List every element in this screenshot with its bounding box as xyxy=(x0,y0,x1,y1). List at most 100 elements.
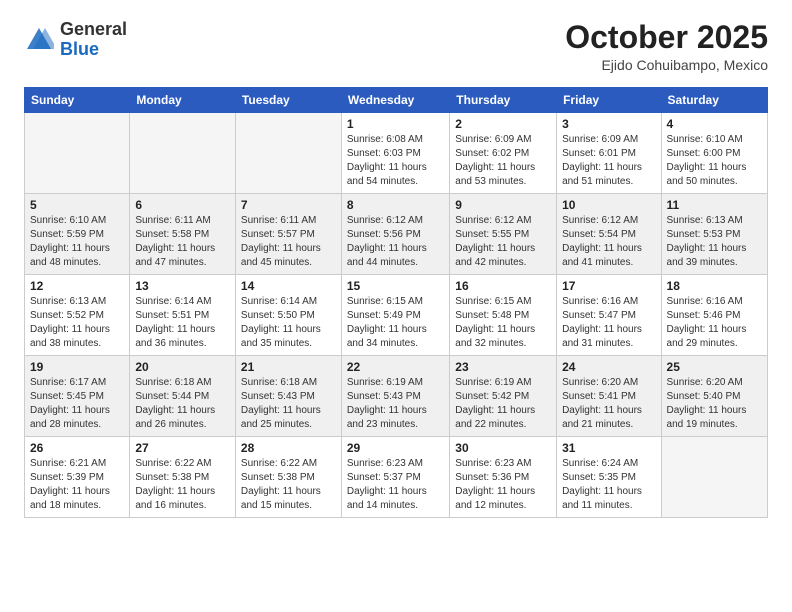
day-number: 7 xyxy=(241,198,336,212)
day-number: 31 xyxy=(562,441,655,455)
day-number: 15 xyxy=(347,279,444,293)
table-row xyxy=(25,113,130,194)
logo-blue: Blue xyxy=(60,39,99,59)
day-number: 25 xyxy=(667,360,762,374)
day-info: Sunrise: 6:20 AM Sunset: 5:41 PM Dayligh… xyxy=(562,376,655,432)
day-number: 23 xyxy=(455,360,551,374)
table-row: 12Sunrise: 6:13 AM Sunset: 5:52 PM Dayli… xyxy=(25,275,130,356)
table-row: 27Sunrise: 6:22 AM Sunset: 5:38 PM Dayli… xyxy=(130,437,236,518)
table-row: 24 Sunrise: 6:20 AM Sunset: 5:41 PM Dayli… xyxy=(557,356,661,437)
calendar: Sunday Monday Tuesday Wednesday Thursday… xyxy=(24,87,768,518)
day-number: 2 xyxy=(455,117,551,131)
header-thursday: Thursday xyxy=(450,88,557,113)
day-info: Sunrise: 6:14 AM Sunset: 5:51 PM Dayligh… xyxy=(135,295,230,351)
table-row: 14Sunrise: 6:14 AM Sunset: 5:50 PM Dayli… xyxy=(235,275,341,356)
day-info: Sunrise: 6:19 AM Sunset: 5:42 PM Dayligh… xyxy=(455,376,551,432)
header-friday: Friday xyxy=(557,88,661,113)
day-info: Sunrise: 6:19 AM Sunset: 5:43 PM Dayligh… xyxy=(347,376,444,432)
day-info: Sunrise: 6:10 AM Sunset: 5:59 PM Dayligh… xyxy=(30,214,124,270)
table-row: 26Sunrise: 6:21 AM Sunset: 5:39 PM Dayli… xyxy=(25,437,130,518)
table-row: 21Sunrise: 6:18 AM Sunset: 5:43 PM Dayli… xyxy=(235,356,341,437)
table-row: 16Sunrise: 6:15 AM Sunset: 5:48 PM Dayli… xyxy=(450,275,557,356)
day-number: 29 xyxy=(347,441,444,455)
day-number: 1 xyxy=(347,117,444,131)
day-info: Sunrise: 6:12 AM Sunset: 5:55 PM Dayligh… xyxy=(455,214,551,270)
table-row: 29 Sunrise: 6:23 AM Sunset: 5:37 PM Dayli… xyxy=(341,437,449,518)
day-number: 24 xyxy=(562,360,655,374)
table-row: 23 Sunrise: 6:19 AM Sunset: 5:42 PM Dayli… xyxy=(450,356,557,437)
day-number: 21 xyxy=(241,360,336,374)
day-number: 26 xyxy=(30,441,124,455)
calendar-week-row: 26Sunrise: 6:21 AM Sunset: 5:39 PM Dayli… xyxy=(25,437,768,518)
table-row xyxy=(130,113,236,194)
day-number: 13 xyxy=(135,279,230,293)
day-info: Sunrise: 6:16 AM Sunset: 5:47 PM Dayligh… xyxy=(562,295,655,351)
table-row: 22 Sunrise: 6:19 AM Sunset: 5:43 PM Dayli… xyxy=(341,356,449,437)
table-row: 6Sunrise: 6:11 AM Sunset: 5:58 PM Daylig… xyxy=(130,194,236,275)
day-number: 18 xyxy=(667,279,762,293)
day-number: 28 xyxy=(241,441,336,455)
table-row: 2Sunrise: 6:09 AM Sunset: 6:02 PM Daylig… xyxy=(450,113,557,194)
day-number: 17 xyxy=(562,279,655,293)
table-row: 30 Sunrise: 6:23 AM Sunset: 5:36 PM Dayli… xyxy=(450,437,557,518)
table-row: 5 Sunrise: 6:10 AM Sunset: 5:59 PM Daylig… xyxy=(25,194,130,275)
day-info: Sunrise: 6:15 AM Sunset: 5:48 PM Dayligh… xyxy=(455,295,551,351)
day-info: Sunrise: 6:23 AM Sunset: 5:36 PM Dayligh… xyxy=(455,457,551,513)
month-title: October 2025 xyxy=(565,20,768,55)
calendar-week-row: 5 Sunrise: 6:10 AM Sunset: 5:59 PM Daylig… xyxy=(25,194,768,275)
day-number: 12 xyxy=(30,279,124,293)
day-info: Sunrise: 6:16 AM Sunset: 5:46 PM Dayligh… xyxy=(667,295,762,351)
day-info: Sunrise: 6:20 AM Sunset: 5:40 PM Dayligh… xyxy=(667,376,762,432)
day-number: 22 xyxy=(347,360,444,374)
day-info: Sunrise: 6:12 AM Sunset: 5:54 PM Dayligh… xyxy=(562,214,655,270)
day-number: 14 xyxy=(241,279,336,293)
header-wednesday: Wednesday xyxy=(341,88,449,113)
day-number: 6 xyxy=(135,198,230,212)
table-row: 9 Sunrise: 6:12 AM Sunset: 5:55 PM Daylig… xyxy=(450,194,557,275)
table-row: 31 Sunrise: 6:24 AM Sunset: 5:35 PM Dayli… xyxy=(557,437,661,518)
day-info: Sunrise: 6:23 AM Sunset: 5:37 PM Dayligh… xyxy=(347,457,444,513)
table-row: 8 Sunrise: 6:12 AM Sunset: 5:56 PM Daylig… xyxy=(341,194,449,275)
location: Ejido Cohuibampo, Mexico xyxy=(565,57,768,73)
page: General Blue October 2025 Ejido Cohuibam… xyxy=(0,0,792,534)
header-saturday: Saturday xyxy=(661,88,767,113)
day-info: Sunrise: 6:12 AM Sunset: 5:56 PM Dayligh… xyxy=(347,214,444,270)
table-row: 17 Sunrise: 6:16 AM Sunset: 5:47 PM Dayli… xyxy=(557,275,661,356)
day-number: 4 xyxy=(667,117,762,131)
day-info: Sunrise: 6:15 AM Sunset: 5:49 PM Dayligh… xyxy=(347,295,444,351)
table-row: 13 Sunrise: 6:14 AM Sunset: 5:51 PM Dayli… xyxy=(130,275,236,356)
calendar-week-row: 12Sunrise: 6:13 AM Sunset: 5:52 PM Dayli… xyxy=(25,275,768,356)
table-row: 20Sunrise: 6:18 AM Sunset: 5:44 PM Dayli… xyxy=(130,356,236,437)
day-number: 9 xyxy=(455,198,551,212)
day-info: Sunrise: 6:22 AM Sunset: 5:38 PM Dayligh… xyxy=(241,457,336,513)
day-number: 3 xyxy=(562,117,655,131)
day-info: Sunrise: 6:11 AM Sunset: 5:57 PM Dayligh… xyxy=(241,214,336,270)
day-info: Sunrise: 6:08 AM Sunset: 6:03 PM Dayligh… xyxy=(347,133,444,189)
title-block: October 2025 Ejido Cohuibampo, Mexico xyxy=(565,20,768,73)
table-row: 25 Sunrise: 6:20 AM Sunset: 5:40 PM Dayli… xyxy=(661,356,767,437)
header-sunday: Sunday xyxy=(25,88,130,113)
day-number: 5 xyxy=(30,198,124,212)
day-number: 10 xyxy=(562,198,655,212)
day-number: 30 xyxy=(455,441,551,455)
day-number: 19 xyxy=(30,360,124,374)
day-info: Sunrise: 6:22 AM Sunset: 5:38 PM Dayligh… xyxy=(135,457,230,513)
header: General Blue October 2025 Ejido Cohuibam… xyxy=(24,20,768,73)
header-tuesday: Tuesday xyxy=(235,88,341,113)
logo-text: General Blue xyxy=(60,20,127,60)
table-row: 3Sunrise: 6:09 AM Sunset: 6:01 PM Daylig… xyxy=(557,113,661,194)
day-number: 8 xyxy=(347,198,444,212)
day-info: Sunrise: 6:10 AM Sunset: 6:00 PM Dayligh… xyxy=(667,133,762,189)
logo-general: General xyxy=(60,19,127,39)
table-row: 11Sunrise: 6:13 AM Sunset: 5:53 PM Dayli… xyxy=(661,194,767,275)
calendar-week-row: 19Sunrise: 6:17 AM Sunset: 5:45 PM Dayli… xyxy=(25,356,768,437)
table-row xyxy=(235,113,341,194)
day-info: Sunrise: 6:24 AM Sunset: 5:35 PM Dayligh… xyxy=(562,457,655,513)
day-info: Sunrise: 6:18 AM Sunset: 5:44 PM Dayligh… xyxy=(135,376,230,432)
table-row: 1 Sunrise: 6:08 AM Sunset: 6:03 PM Daylig… xyxy=(341,113,449,194)
table-row: 18 Sunrise: 6:16 AM Sunset: 5:46 PM Dayli… xyxy=(661,275,767,356)
table-row: 28 Sunrise: 6:22 AM Sunset: 5:38 PM Dayli… xyxy=(235,437,341,518)
table-row: 7 Sunrise: 6:11 AM Sunset: 5:57 PM Daylig… xyxy=(235,194,341,275)
day-number: 11 xyxy=(667,198,762,212)
weekday-header-row: Sunday Monday Tuesday Wednesday Thursday… xyxy=(25,88,768,113)
